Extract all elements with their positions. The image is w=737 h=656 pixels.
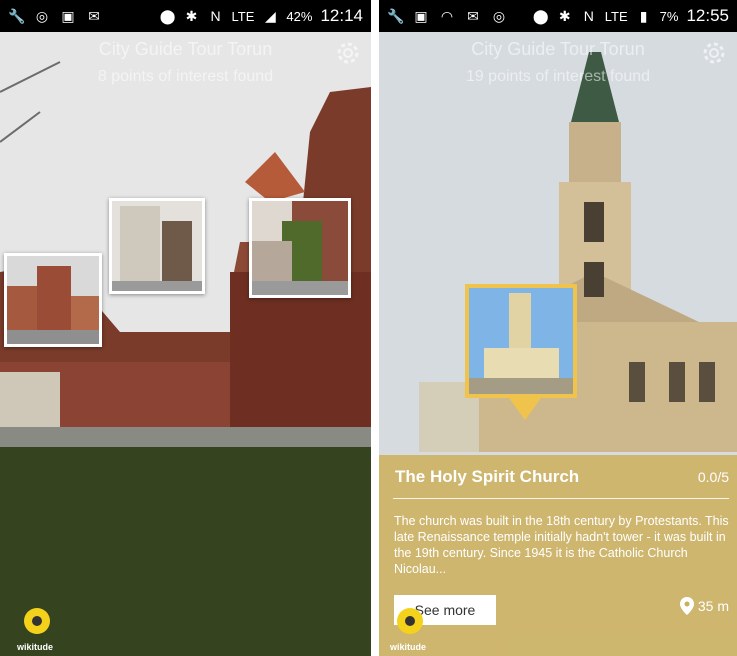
lte-icon: LTE [231, 8, 255, 24]
wikitude-logo-icon [397, 608, 423, 634]
camera-view: City Guide Tour Torun 19 points of inter… [379, 32, 737, 656]
app-title: City Guide Tour Torun [98, 39, 273, 59]
distance-value: 35 m [697, 598, 729, 614]
nfc-icon: N [210, 8, 221, 24]
image-icon: ▣ [61, 8, 75, 24]
wikitude-logo: wikitude [12, 608, 58, 652]
poi-marker[interactable] [109, 198, 205, 294]
mail-icon: ✉ [88, 8, 100, 24]
image-icon: ▣ [414, 8, 428, 24]
poi-thumbnail [112, 201, 202, 291]
poi-marker[interactable] [249, 198, 351, 298]
clock: 12:55 [686, 6, 729, 25]
battery-level: 7% [659, 8, 679, 24]
wikitude-logo-text: wikitude [16, 642, 53, 652]
wrench-icon: 🔧 [8, 8, 26, 24]
wikitude-logo-icon [24, 608, 50, 634]
divider [393, 498, 729, 499]
wrench-icon: 🔧 [387, 8, 405, 24]
poi-marker[interactable] [4, 253, 102, 347]
location-icon: ⬤ [532, 8, 549, 24]
status-bar: 🔧 ▣ ◠ ✉ ◎ ⬤ ✱ N LTE ▮ 7% 12:55 [379, 0, 737, 32]
poi-description: The church was built in the 18th century… [394, 514, 729, 576]
poi-count: 19 points of interest found [465, 68, 651, 85]
poi-count: 8 points of interest found [97, 68, 274, 85]
mail-icon: ✉ [467, 8, 479, 24]
distance-indicator: 35 m [679, 597, 729, 615]
clock: 12:14 [320, 6, 363, 25]
wikitude-logo: wikitude [385, 608, 431, 652]
left-screen: 🔧 ◎ ▣ ✉ ⬤ ✱ N LTE ◢ 42% 12:14 City Guide… [0, 0, 371, 656]
poi-name: The Holy Spirit Church [395, 467, 580, 486]
settings-icon[interactable] [699, 38, 729, 68]
camera-view: City Guide Tour Torun 8 points of intere… [0, 32, 371, 656]
selected-poi-marker[interactable] [465, 284, 577, 420]
nfc-icon: N [583, 8, 594, 24]
sync-icon: ◎ [35, 8, 49, 24]
poi-thumbnail [7, 256, 99, 344]
lte-icon: LTE [604, 8, 628, 24]
poi-info-panel: The Holy Spirit Church 0.0/5 The church … [379, 455, 737, 656]
poi-thumbnail [252, 201, 348, 295]
signal-icon: ▮ [639, 8, 648, 24]
settings-icon[interactable] [333, 38, 363, 68]
app-title: City Guide Tour Torun [471, 39, 645, 59]
wifi-icon: ◠ [440, 8, 454, 24]
sync-icon: ◎ [492, 8, 506, 24]
location-pin-icon [679, 597, 694, 615]
poi-rating: 0.0/5 [697, 469, 729, 485]
bluetooth-icon: ✱ [558, 8, 571, 24]
location-icon: ⬤ [159, 8, 176, 24]
wikitude-logo-text: wikitude [389, 642, 426, 652]
signal-icon: ◢ [265, 8, 276, 24]
right-screen: 🔧 ▣ ◠ ✉ ◎ ⬤ ✱ N LTE ▮ 7% 12:55 City Guid… [379, 0, 737, 656]
poi-thumbnail [469, 288, 573, 394]
bluetooth-icon: ✱ [185, 8, 198, 24]
battery-level: 42% [286, 8, 313, 24]
marker-pointer [509, 398, 541, 420]
status-bar: 🔧 ◎ ▣ ✉ ⬤ ✱ N LTE ◢ 42% 12:14 [0, 0, 371, 32]
